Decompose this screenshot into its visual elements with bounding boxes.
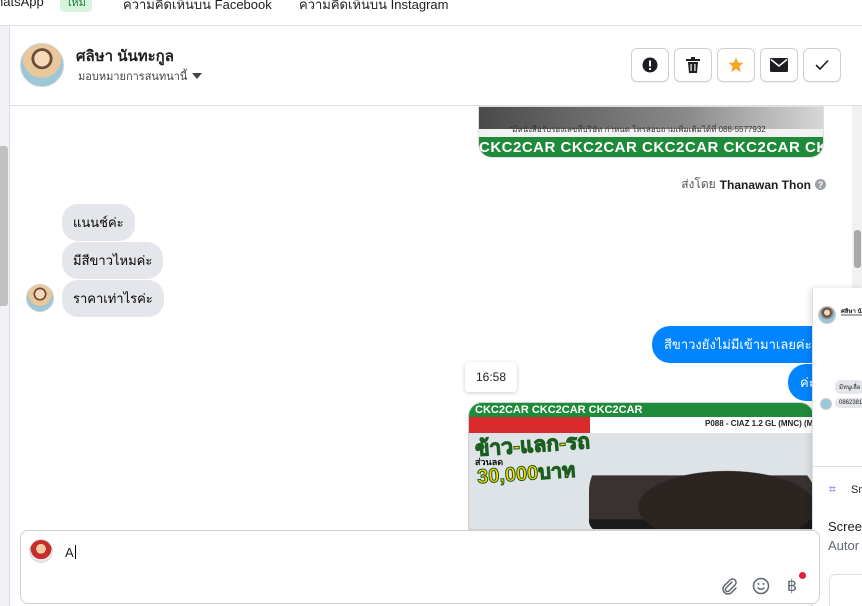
star-button[interactable] <box>717 48 755 82</box>
emoji-icon <box>752 577 770 595</box>
sent-by-line: ส่งโดย Thanawan Thon ? <box>681 175 826 194</box>
preview-avatar-small <box>820 398 832 410</box>
left-panel-edge <box>0 26 10 606</box>
emoji-button[interactable] <box>750 575 772 597</box>
tab-facebook-comments[interactable]: ความคิดเห็นบน Facebook <box>123 0 272 15</box>
sent-image-car-ad[interactable]: *มีหนังสือรับรองเลขที่บริษัท ก่าหนด โทรส… <box>478 106 824 158</box>
screen-recorder-title: Scree <box>828 519 862 534</box>
outgoing-message[interactable]: สีขาวงยังไม่มีเข้ามาเลยค่ะ <box>652 326 824 363</box>
sent-by-prefix: ส่งโดย <box>681 177 716 191</box>
check-icon <box>815 59 829 71</box>
chat-scrollbar-thumb[interactable] <box>854 230 861 268</box>
screen-recorder-subtitle: Autor <box>828 538 860 553</box>
mark-done-button[interactable] <box>803 48 841 82</box>
promo-model-line: P088 - CIAZ 1.2 GL (MNC) (MY21) AT <box>705 419 814 428</box>
preview-avatar <box>818 306 836 324</box>
incoming-message[interactable]: มีสีขาวไหมค่ะ <box>62 242 164 279</box>
message-composer[interactable]: A ฿ <box>20 530 820 604</box>
channel-tabs: natsApp ใหม่ ความคิดเห็นบน Facebook ความ… <box>0 0 862 26</box>
preview-message: มีหนูเลื่อ <box>835 380 862 394</box>
text-cursor <box>74 545 76 559</box>
image-brand-strip: CKC2CAR CKC2CAR CKC2CAR CKC2CAR CKC2CAR … <box>479 137 823 157</box>
notification-dot <box>799 572 806 579</box>
message-input-value: A <box>65 545 74 560</box>
baht-icon: ฿ <box>786 578 798 595</box>
contact-avatar-small <box>26 284 54 312</box>
help-icon[interactable]: ? <box>815 179 826 190</box>
header-actions <box>631 48 841 82</box>
contact-avatar[interactable] <box>20 43 64 87</box>
message-thread: *มีหนังสือรับรองเลขที่บริษัท ก่าหนด โทรส… <box>10 106 852 530</box>
envelope-icon <box>770 58 788 72</box>
screen-recorder-label[interactable]: Sn <box>851 484 862 496</box>
screen-recorder-icon[interactable]: ⌗ <box>829 482 836 497</box>
agent-avatar <box>29 539 53 563</box>
divider <box>813 466 862 467</box>
timestamp-chip: 16:58 <box>465 362 517 392</box>
mark-unread-button[interactable] <box>760 48 798 82</box>
delete-button[interactable] <box>674 48 712 82</box>
incoming-message[interactable]: ราคาเท่าไรค่ะ <box>62 280 164 317</box>
preview-subline <box>841 314 862 316</box>
message-input[interactable]: A <box>65 545 76 560</box>
inbox-window: natsApp ใหม่ ความคิดเห็นบน Facebook ความ… <box>0 0 862 606</box>
sent-image-promo[interactable]: CKC2CAR CKC2CAR CKC2CAR P088 - CIAZ 1.2 … <box>468 402 814 530</box>
left-scrollbar[interactable] <box>0 146 8 306</box>
star-icon <box>728 57 744 72</box>
report-button[interactable] <box>631 48 669 82</box>
promo-brand-strip: CKC2CAR CKC2CAR CKC2CAR <box>469 403 813 417</box>
preview-message: 0862381 <box>835 398 862 408</box>
tab-whatsapp[interactable]: natsApp <box>0 0 44 9</box>
new-badge: ใหม่ <box>60 0 92 12</box>
tab-instagram-comments[interactable]: ความคิดเห็นบน Instagram <box>299 0 448 15</box>
attachment-button[interactable] <box>718 575 740 597</box>
exclamation-icon <box>642 57 658 73</box>
assign-conversation-dropdown[interactable]: มอบหมายการสนทนานี้ <box>78 67 203 85</box>
image-small-print: *มีหนังสือรับรองเลขที่บริษัท ก่าหนด โทรส… <box>509 125 766 134</box>
promo-discount-amount: 30,000บาท <box>476 459 577 489</box>
conversation-header: ศลิษา นันทะกูล มอบหมายการสนทนานี้ <box>10 26 862 106</box>
caret-down-icon <box>192 73 203 79</box>
contact-name[interactable]: ศลิษา นันทะกูล <box>76 44 174 68</box>
assign-label: มอบหมายการสนทนานี้ <box>78 71 188 83</box>
incoming-message[interactable]: แนนช์ค่ะ <box>62 204 135 241</box>
car-photo <box>589 451 813 529</box>
sent-by-name[interactable]: Thanawan Thon <box>720 178 811 192</box>
attachment-icon <box>722 578 737 595</box>
preview-card[interactable] <box>829 574 862 606</box>
trash-icon <box>686 57 700 73</box>
